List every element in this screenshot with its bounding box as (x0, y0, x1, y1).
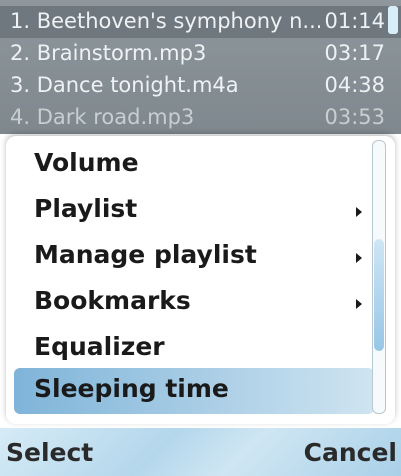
playlist-track-row[interactable]: 1. Beethoven's symphony n... 01:14 (0, 6, 401, 38)
submenu-arrow-icon (356, 299, 362, 309)
track-title: 2. Brainstorm.mp3 (10, 41, 207, 65)
track-duration: 01:14 (324, 9, 385, 33)
submenu-arrow-icon (356, 253, 362, 263)
cancel-softkey[interactable]: Cancel (304, 438, 397, 467)
menu-scroll-thumb[interactable] (374, 239, 384, 351)
options-menu: Volume Playlist Manage playlist Bookmark… (6, 136, 395, 424)
softkey-bar: Select Cancel (0, 428, 401, 476)
playlist-background: 1. Beethoven's symphony n... 01:14 2. Br… (0, 0, 401, 134)
playlist-track-row[interactable]: 3. Dance tonight.m4a 04:38 (0, 70, 401, 102)
menu-item-label: Volume (34, 148, 139, 177)
menu-item-volume[interactable]: Volume (14, 142, 374, 188)
menu-item-label: Bookmarks (34, 286, 191, 315)
menu-item-sleeping-time[interactable]: Sleeping time (14, 368, 374, 414)
playlist-scrollbar[interactable] (388, 6, 398, 34)
menu-item-label: Equalizer (34, 332, 165, 361)
playlist-track-row[interactable]: 4. Dark road.mp3 03:53 (0, 102, 401, 134)
menu-item-equalizer[interactable]: Equalizer (14, 326, 374, 372)
track-title: 1. Beethoven's symphony n... (10, 9, 320, 33)
menu-item-label: Manage playlist (34, 240, 257, 269)
select-softkey[interactable]: Select (6, 438, 93, 467)
menu-item-playlist[interactable]: Playlist (14, 188, 374, 234)
track-title: 4. Dark road.mp3 (10, 105, 195, 129)
menu-item-bookmarks[interactable]: Bookmarks (14, 280, 374, 326)
track-duration: 03:17 (324, 41, 385, 65)
submenu-arrow-icon (356, 207, 362, 217)
track-title: 3. Dance tonight.m4a (10, 73, 239, 97)
menu-item-label: Sleeping time (34, 374, 229, 403)
playlist-track-row[interactable]: 2. Brainstorm.mp3 03:17 (0, 38, 401, 70)
menu-item-manage-playlist[interactable]: Manage playlist (14, 234, 374, 280)
track-duration: 03:53 (324, 105, 385, 129)
menu-item-label: Playlist (34, 194, 138, 223)
track-duration: 04:38 (324, 73, 385, 97)
menu-scrollbar[interactable] (372, 140, 386, 414)
